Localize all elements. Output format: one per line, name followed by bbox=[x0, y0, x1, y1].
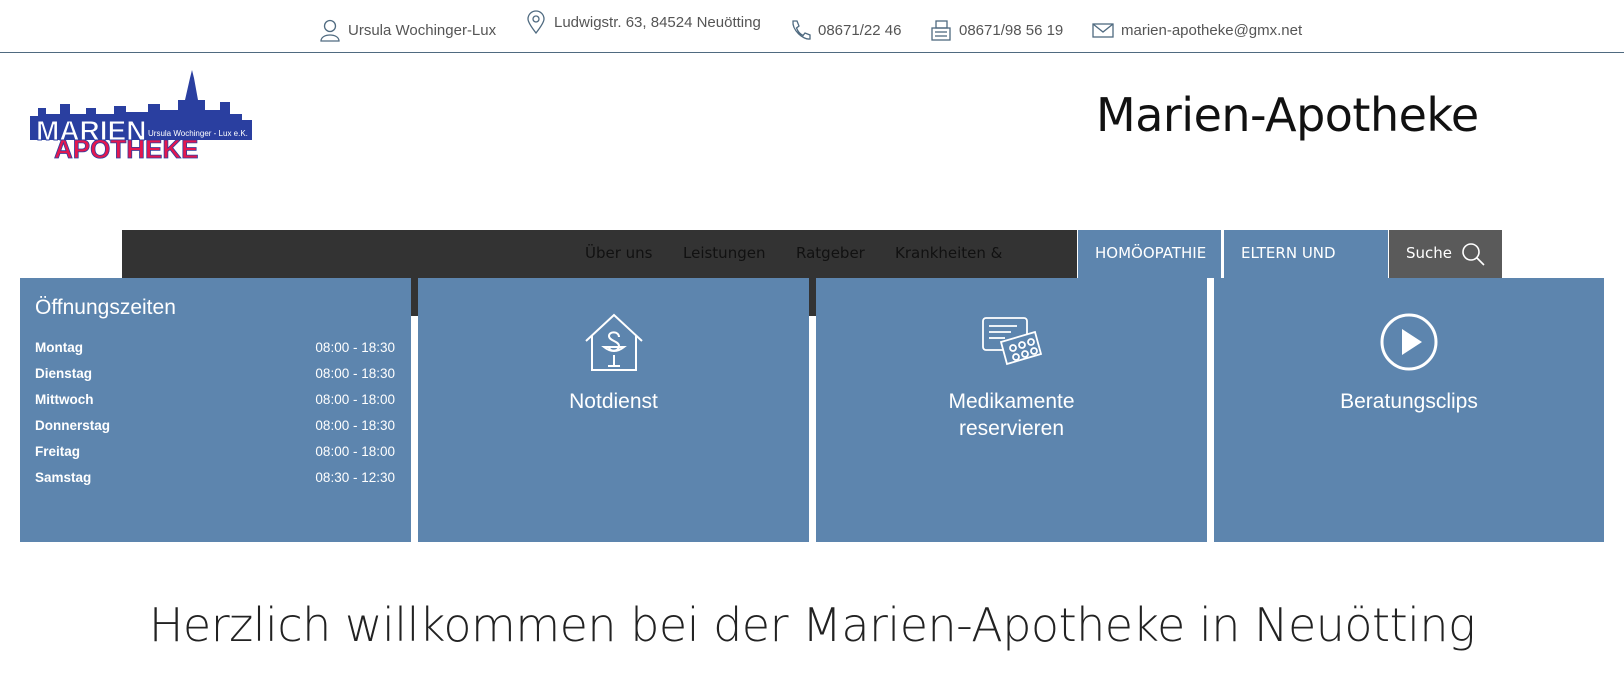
fax-number: 08671/98 56 19 bbox=[959, 21, 1064, 39]
hours-day: Dienstag bbox=[35, 366, 93, 381]
hours-time: 08:00 - 18:30 bbox=[315, 340, 395, 355]
hours-time: 08:00 - 18:30 bbox=[315, 366, 395, 381]
search-icon bbox=[1462, 243, 1485, 266]
welcome-heading: Herzlich willkommen bei der Marien-Apoth… bbox=[148, 598, 1476, 652]
nav-item-leistungen[interactable]: Leistungen bbox=[683, 244, 765, 262]
location-pin-icon bbox=[527, 10, 545, 34]
notdienst-tile[interactable]: Notdienst bbox=[418, 278, 809, 542]
hours-day: Montag bbox=[35, 340, 83, 355]
envelope-icon bbox=[1092, 23, 1114, 38]
hours-day: Mittwoch bbox=[35, 392, 94, 407]
opening-hours-title: Öffnungszeiten bbox=[35, 296, 176, 319]
contact-owner: Ursula Wochinger-Lux bbox=[319, 17, 496, 43]
hours-row: Donnerstag 08:00 - 18:30 bbox=[35, 418, 395, 444]
nav-tab-eltern[interactable]: ELTERN UND bbox=[1224, 230, 1388, 278]
hours-time: 08:30 - 12:30 bbox=[315, 470, 395, 485]
medikamente-label-line2: reservieren bbox=[958, 417, 1065, 440]
hours-row: Samstag 08:30 - 12:30 bbox=[35, 470, 395, 496]
hours-row: Montag 08:00 - 18:30 bbox=[35, 340, 395, 366]
search-label: Suche bbox=[1406, 244, 1453, 262]
contact-phone[interactable]: 08671/22 46 bbox=[789, 17, 901, 43]
hours-day: Samstag bbox=[35, 470, 92, 485]
hours-day: Freitag bbox=[35, 444, 81, 459]
prescription-pills-icon bbox=[981, 317, 1042, 366]
beratungsclips-label: Beratungsclips bbox=[1340, 390, 1478, 413]
beratungsclips-tile[interactable]: Beratungsclips bbox=[1214, 278, 1604, 542]
hours-time: 08:00 - 18:00 bbox=[315, 392, 395, 407]
contact-address: Ludwigstr. 63, 84524 Neuötting bbox=[525, 9, 761, 35]
opening-hours-tile: Öffnungszeiten Montag 08:00 - 18:30 Diens… bbox=[20, 278, 411, 542]
hours-row: Mittwoch 08:00 - 18:00 bbox=[35, 392, 395, 418]
nav-item-ueber-uns[interactable]: Über uns bbox=[585, 244, 653, 262]
hours-row: Freitag 08:00 - 18:00 bbox=[35, 444, 395, 470]
contact-bar: Ursula Wochinger-Lux Ludwigstr. 63, 8452… bbox=[0, 0, 1624, 53]
logo-text-apotheke: APOTHEKE bbox=[54, 134, 198, 162]
medikamente-label-line1: Medikamente bbox=[948, 390, 1075, 413]
search-button[interactable]: Suche bbox=[1389, 230, 1502, 278]
hours-day: Donnerstag bbox=[35, 418, 111, 433]
marien-apotheke-logo[interactable]: MARIEN Ursula Wochinger - Lux e.K. APOTH… bbox=[30, 70, 252, 162]
email-address[interactable]: marien-apotheke@gmx.net bbox=[1121, 22, 1302, 39]
nav-item-krankheiten[interactable]: Krankheiten & bbox=[895, 244, 1002, 262]
fax-icon bbox=[931, 20, 951, 41]
contact-email[interactable]: marien-apotheke@gmx.net bbox=[1092, 17, 1302, 43]
medikamente-label: Medikamente reservieren bbox=[816, 388, 1207, 442]
owner-name: Ursula Wochinger-Lux bbox=[348, 21, 497, 39]
nav-tab-homoeopathie[interactable]: HOMÖOPATHIE bbox=[1078, 230, 1222, 278]
contact-fax: 08671/98 56 19 bbox=[930, 17, 1063, 43]
hours-time: 08:00 - 18:00 bbox=[315, 444, 395, 459]
opening-hours-list: Montag 08:00 - 18:30 Dienstag 08:00 - 18:3… bbox=[35, 340, 395, 496]
hours-time: 08:00 - 18:30 bbox=[315, 418, 395, 433]
nav-item-ratgeber[interactable]: Ratgeber bbox=[796, 244, 865, 262]
medikamente-reservieren-tile[interactable]: Medikamente reservieren bbox=[816, 278, 1207, 542]
phone-icon bbox=[792, 20, 811, 40]
hours-row: Dienstag 08:00 - 18:30 bbox=[35, 366, 395, 392]
play-icon bbox=[1380, 313, 1438, 371]
pharmacy-house-icon bbox=[584, 313, 643, 371]
address-text: Ludwigstr. 63, 84524 Neuötting bbox=[554, 13, 761, 31]
site-title: Marien-Apotheke bbox=[1096, 88, 1479, 142]
phone-number[interactable]: 08671/22 46 bbox=[818, 22, 901, 39]
person-icon bbox=[320, 19, 340, 42]
notdienst-label: Notdienst bbox=[569, 390, 658, 413]
